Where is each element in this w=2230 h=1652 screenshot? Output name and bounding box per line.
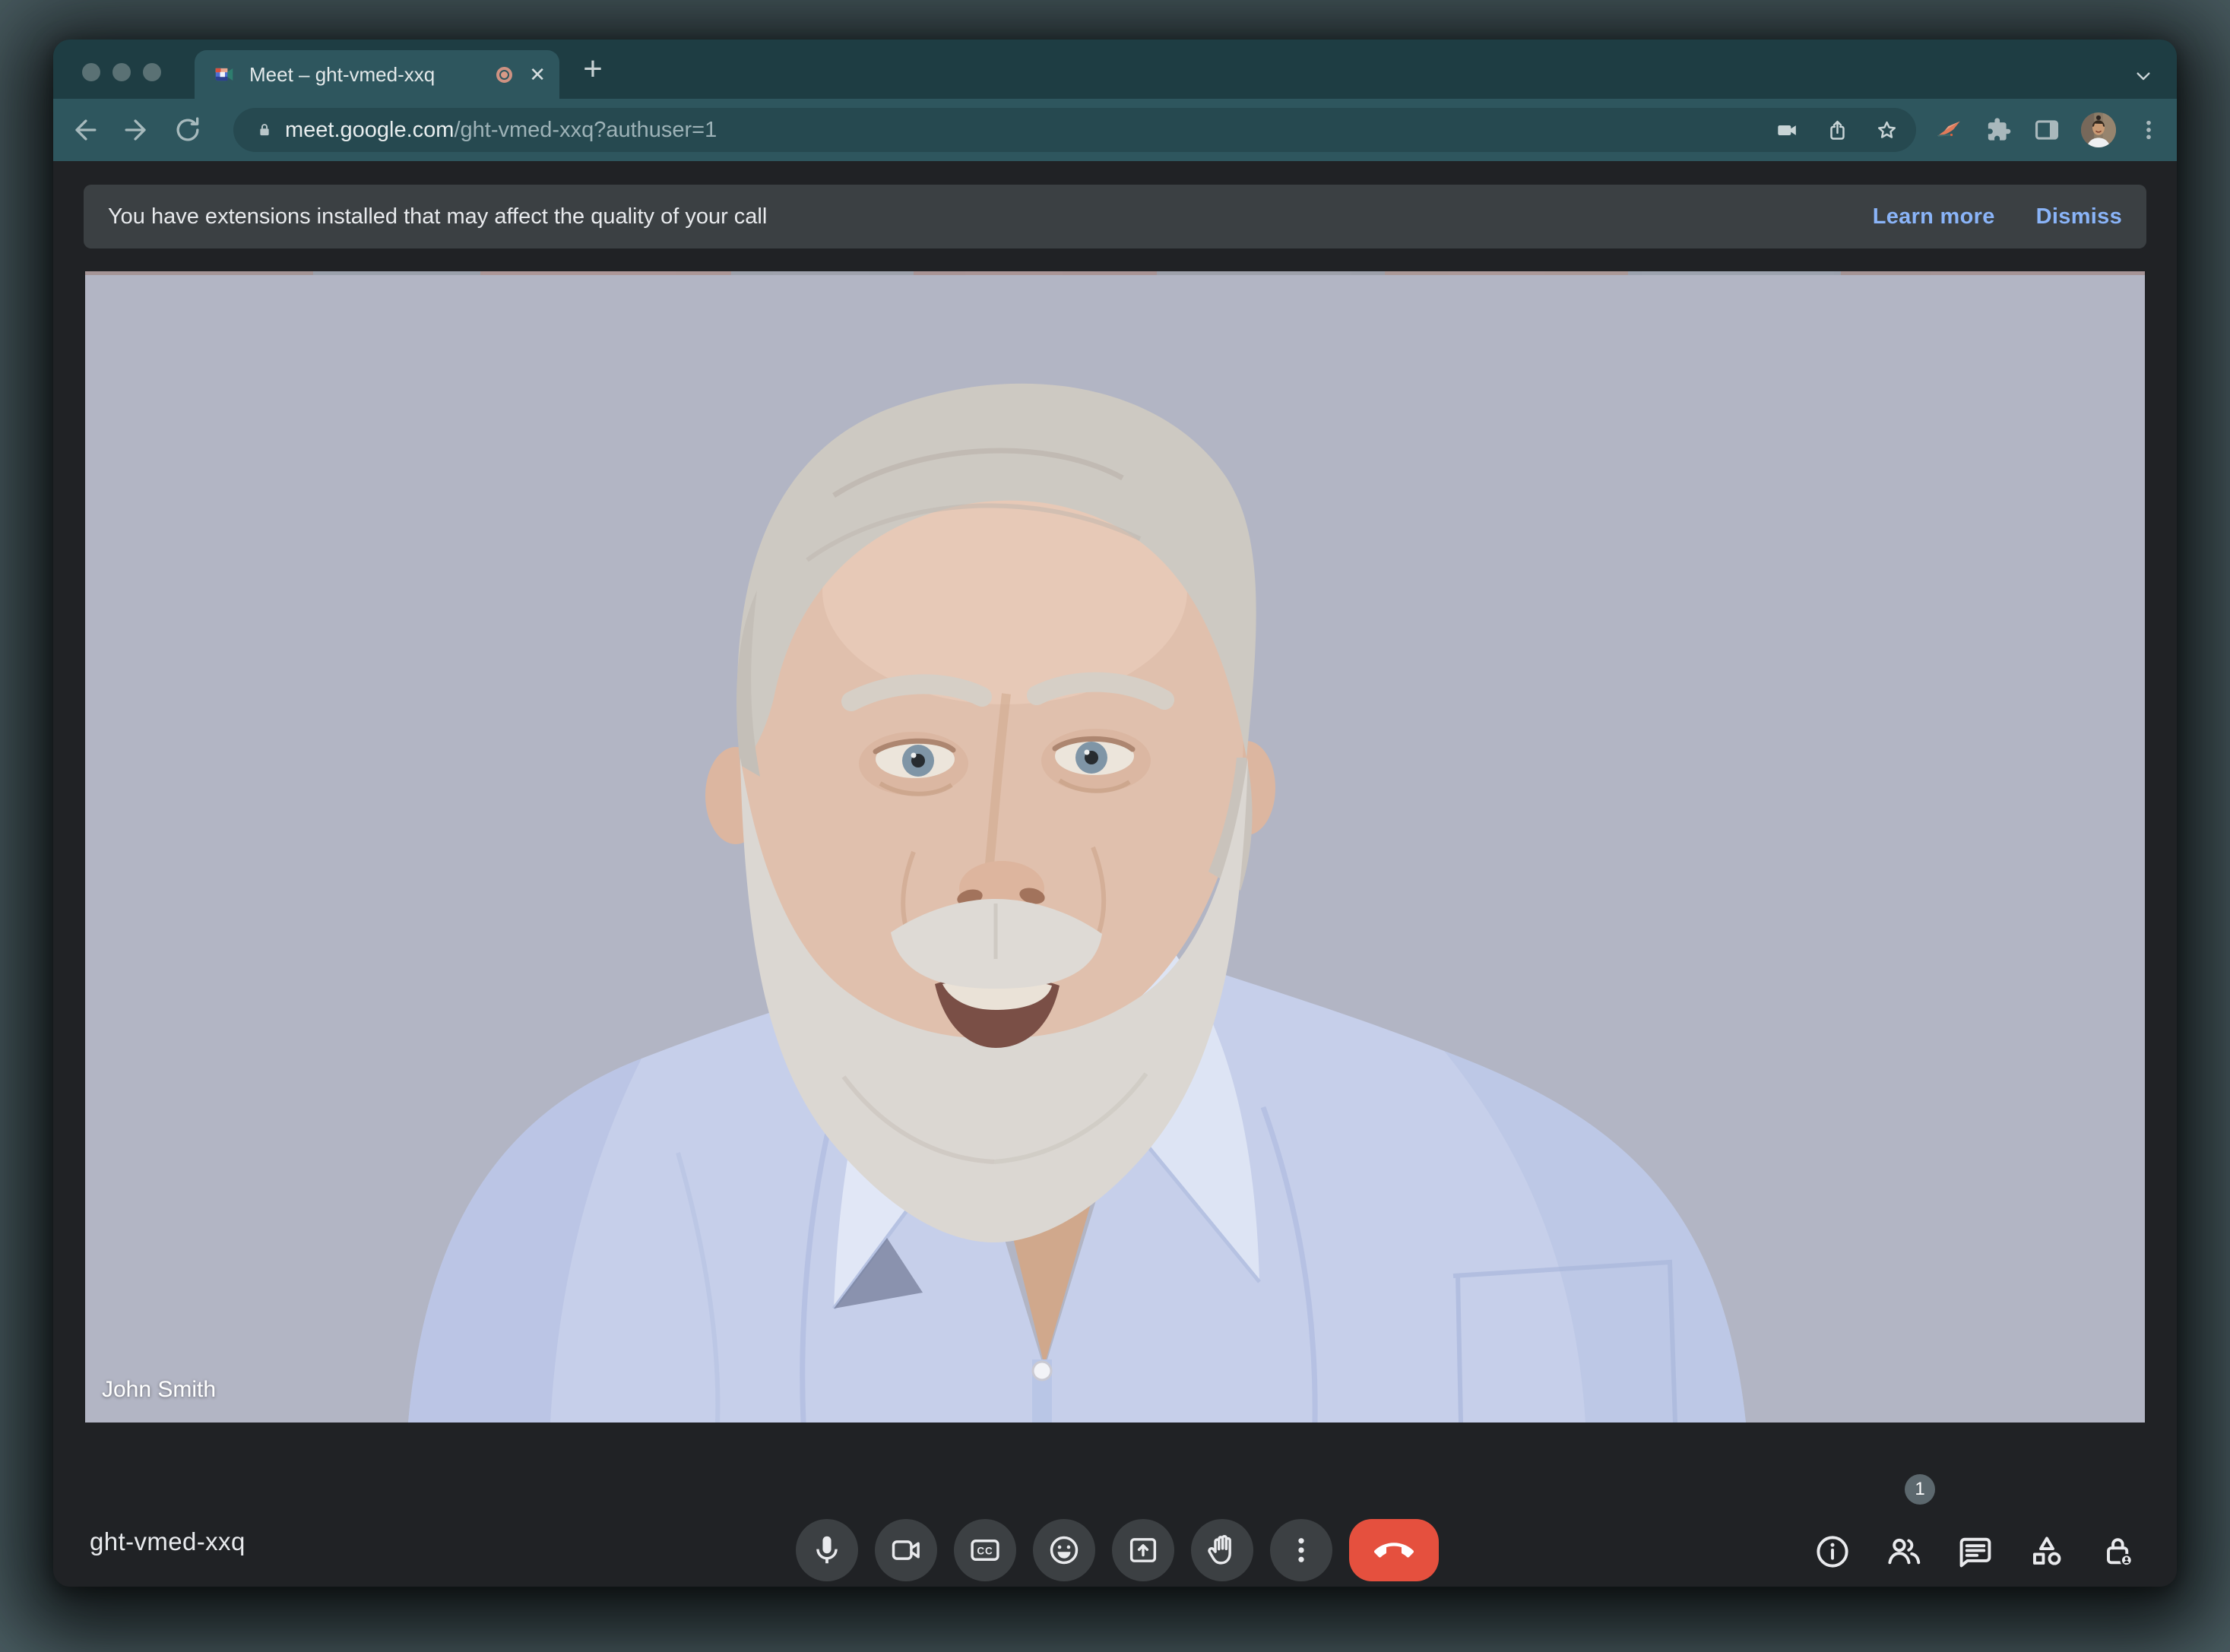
captions-label: CC [977, 1546, 993, 1557]
browser-menu-kebab-icon[interactable] [2136, 117, 2162, 143]
reload-button[interactable] [171, 113, 204, 147]
raise-hand-button[interactable] [1191, 1519, 1253, 1581]
url-text: meet.google.com/ght-vmed-xxq?authuser=1 [285, 118, 717, 143]
extensions-puzzle-icon[interactable] [1984, 116, 2013, 144]
people-button[interactable] [1881, 1529, 1927, 1574]
microphone-icon [809, 1533, 844, 1568]
participants-count-badge: 1 [1905, 1474, 1935, 1505]
tab-close-button[interactable]: ✕ [529, 65, 546, 84]
more-vert-icon [1284, 1533, 1319, 1568]
url-path: /ght-vmed-xxq?authuser=1 [454, 118, 717, 142]
reactions-button[interactable] [1033, 1519, 1095, 1581]
participant-portrait [85, 271, 2145, 1423]
present-button[interactable] [1112, 1519, 1174, 1581]
share-button[interactable] [1825, 118, 1850, 143]
extensions-warning-banner: You have extensions installed that may a… [84, 185, 2146, 248]
address-bar[interactable]: meet.google.com/ght-vmed-xxq?authuser=1 [233, 108, 1916, 152]
banner-actions: Learn more Dismiss [1873, 204, 2122, 229]
camera-button[interactable] [875, 1519, 937, 1581]
activities-icon [2027, 1532, 2067, 1571]
captions-button[interactable]: CC [954, 1519, 1016, 1581]
info-icon [1813, 1532, 1852, 1571]
people-icon [1884, 1532, 1924, 1571]
meeting-details-button[interactable] [1810, 1529, 1855, 1574]
forward-button[interactable] [119, 113, 153, 147]
learn-more-link[interactable]: Learn more [1873, 204, 1995, 229]
url-host: meet.google.com [285, 118, 454, 142]
emoji-smile-icon [1047, 1533, 1082, 1568]
chat-icon [1956, 1532, 1995, 1571]
window-controls [82, 63, 161, 81]
minimize-window-button[interactable] [112, 63, 131, 81]
activities-button[interactable] [2024, 1529, 2070, 1574]
browser-tab[interactable]: Meet – ght-vmed-xxq ✕ [195, 50, 559, 99]
back-button[interactable] [68, 113, 102, 147]
present-screen-icon [1126, 1533, 1161, 1568]
profile-avatar[interactable] [2081, 112, 2116, 147]
new-tab-button[interactable]: + [576, 53, 610, 87]
banner-message: You have extensions installed that may a… [108, 204, 767, 229]
tls-lock-icon [255, 120, 274, 140]
tab-search-chevron-down-icon[interactable] [2131, 64, 2156, 88]
end-call-icon [1374, 1530, 1414, 1570]
host-controls-button[interactable] [2095, 1529, 2141, 1574]
zoom-window-button[interactable] [143, 63, 161, 81]
browser-window: Meet – ght-vmed-xxq ✕ + meet.google.com/… [53, 40, 2177, 1587]
captions-icon: CC [968, 1533, 1003, 1568]
host-controls-lock-icon [2099, 1532, 2138, 1571]
call-controls: CC [796, 1519, 1439, 1581]
more-options-button[interactable] [1270, 1519, 1332, 1581]
participant-video-tile[interactable]: John Smith [85, 271, 2145, 1423]
camera-active-indicator-icon [496, 67, 512, 83]
side-panel-icon[interactable] [2032, 116, 2061, 144]
bird-extension-button[interactable] [1932, 114, 1964, 146]
toolbar-right-cluster [1932, 99, 2162, 161]
end-call-button[interactable] [1349, 1519, 1439, 1581]
participant-name-tag: John Smith [102, 1377, 216, 1403]
address-bar-actions [1775, 118, 1899, 143]
meet-favicon [213, 63, 236, 86]
dismiss-link[interactable]: Dismiss [2036, 204, 2122, 229]
camera-allowed-button[interactable] [1775, 118, 1801, 143]
close-window-button[interactable] [82, 63, 100, 81]
panel-controls [1810, 1529, 2141, 1574]
microphone-button[interactable] [796, 1519, 858, 1581]
videocam-icon [889, 1533, 923, 1568]
chat-button[interactable] [1953, 1529, 1998, 1574]
tab-title: Meet – ght-vmed-xxq [249, 63, 496, 87]
tab-strip: Meet – ght-vmed-xxq ✕ + [53, 40, 2177, 99]
browser-toolbar: meet.google.com/ght-vmed-xxq?authuser=1 [53, 99, 2177, 161]
raise-hand-icon [1205, 1533, 1240, 1568]
bookmark-star-icon[interactable] [1874, 118, 1899, 143]
meeting-code: ght-vmed-xxq [90, 1527, 245, 1556]
